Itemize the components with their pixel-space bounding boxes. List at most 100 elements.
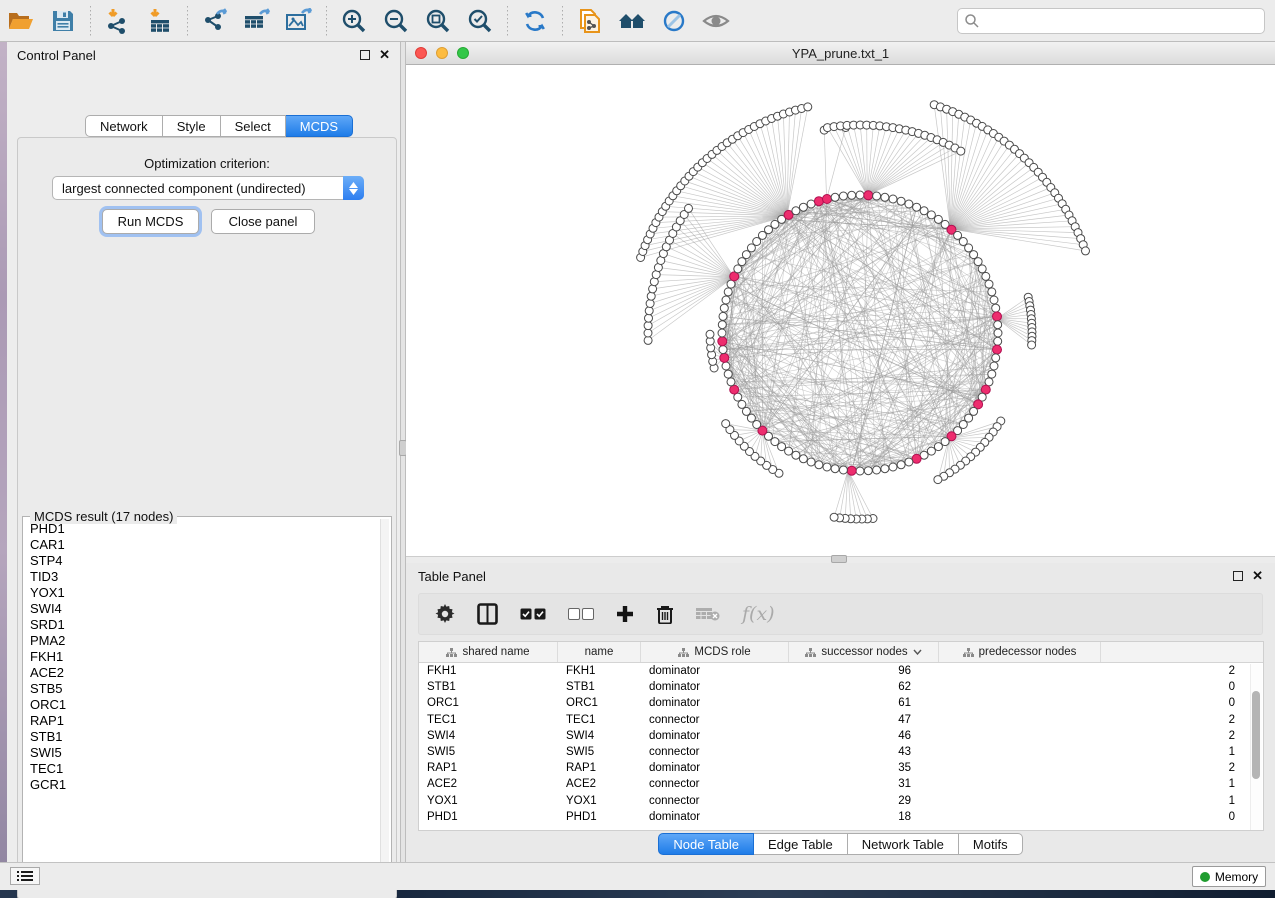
mcds-result-item[interactable]: SRD1 (30, 617, 380, 633)
mcds-list-scrollbar[interactable] (380, 519, 389, 877)
table-cell: dominator (641, 665, 789, 677)
mcds-result-item[interactable]: SWI5 (30, 745, 380, 761)
table-cell: dominator (641, 811, 789, 823)
mcds-result-item[interactable]: TEC1 (30, 761, 380, 777)
tab-motifs[interactable]: Motifs (959, 833, 1023, 855)
mcds-result-item[interactable]: PMA2 (30, 633, 380, 649)
table-row[interactable]: SWI4SWI4dominator462 (419, 728, 1263, 744)
column-panel-icon[interactable] (477, 601, 498, 627)
zoom-selected-icon[interactable] (463, 4, 497, 38)
open-file-icon[interactable] (4, 4, 38, 38)
export-image-icon[interactable] (282, 4, 316, 38)
create-column-plus-icon[interactable] (616, 601, 634, 627)
table-row[interactable]: RAP1RAP1dominator352 (419, 760, 1263, 776)
table-cell: RAP1 (558, 762, 641, 774)
close-table-panel-icon[interactable]: ✕ (1252, 571, 1263, 581)
mcds-result-list[interactable]: PHD1CAR1STP4TID3YOX1SWI4SRD1PMA2FKH1ACE2… (24, 519, 380, 877)
mcds-result-item[interactable]: STB5 (30, 681, 380, 697)
mcds-result-item[interactable]: YOX1 (30, 585, 380, 601)
column-header-shared-name[interactable]: shared name (419, 642, 558, 662)
mcds-tab-pane: Optimization criterion: largest connecte… (17, 137, 397, 898)
hide-annotations-icon[interactable] (657, 4, 691, 38)
mcds-result-item[interactable]: STB1 (30, 729, 380, 745)
mcds-result-item[interactable]: ORC1 (30, 697, 380, 713)
float-table-panel-icon[interactable] (1233, 571, 1243, 581)
import-network-icon[interactable] (101, 4, 135, 38)
zoom-in-icon[interactable] (337, 4, 371, 38)
close-panel-button[interactable]: Close panel (211, 209, 315, 234)
network-canvas[interactable] (406, 65, 1275, 556)
table-row[interactable]: PHD1PHD1dominator180 (419, 809, 1263, 825)
table-cell: connector (641, 778, 789, 790)
desktop-wallpaper-left (0, 42, 7, 890)
search-field[interactable] (957, 8, 1265, 34)
search-input[interactable] (980, 11, 1264, 31)
control-panel-title: Control Panel (17, 48, 96, 63)
column-header-MCDS-role[interactable]: MCDS role (641, 642, 789, 662)
column-header-successor-nodes[interactable]: successor nodes (789, 642, 939, 662)
table-cell: dominator (641, 730, 789, 742)
export-network-icon[interactable] (198, 4, 232, 38)
table-cell: ORC1 (558, 697, 641, 709)
main-toolbar (0, 0, 1275, 42)
tab-network[interactable]: Network (85, 115, 163, 137)
clone-network-icon[interactable] (573, 4, 607, 38)
tab-style[interactable]: Style (163, 115, 221, 137)
table-cell: FKH1 (419, 665, 558, 677)
task-history-button[interactable] (10, 867, 40, 885)
float-panel-icon[interactable] (360, 50, 370, 60)
export-table-icon[interactable] (240, 4, 274, 38)
mcds-result-item[interactable]: SWI4 (30, 601, 380, 617)
close-panel-icon[interactable]: ✕ (379, 50, 390, 60)
table-settings-gear-icon[interactable] (435, 601, 455, 627)
table-cell: 2 (925, 665, 1249, 677)
tab-edge-table[interactable]: Edge Table (754, 833, 848, 855)
table-row[interactable]: ORC1ORC1dominator610 (419, 695, 1263, 711)
table-cell: PHD1 (419, 811, 558, 823)
tab-select[interactable]: Select (221, 115, 286, 137)
mcds-result-item[interactable]: TID3 (30, 569, 380, 585)
tab-mcds[interactable]: MCDS (286, 115, 353, 137)
table-row[interactable]: SWI5SWI5connector431 (419, 744, 1263, 760)
session-home-icon[interactable] (615, 4, 649, 38)
table-type-tabs: Node TableEdge TableNetwork TableMotifs (406, 833, 1275, 855)
delete-column-trash-icon[interactable] (656, 601, 674, 627)
save-session-icon[interactable] (46, 4, 80, 38)
table-cell: 1 (925, 778, 1249, 790)
table-cell: RAP1 (419, 762, 558, 774)
table-row[interactable]: ACE2ACE2connector311 (419, 776, 1263, 792)
table-cell: TEC1 (419, 714, 558, 726)
refresh-layout-icon[interactable] (518, 4, 552, 38)
mcds-result-item[interactable]: PHD1 (30, 521, 380, 537)
table-row[interactable]: FKH1FKH1dominator962 (419, 663, 1263, 679)
run-mcds-button[interactable]: Run MCDS (102, 209, 199, 234)
table-cell: dominator (641, 697, 789, 709)
import-table-icon[interactable] (143, 4, 177, 38)
function-builder-icon: f(x) (742, 601, 775, 627)
unselect-all-columns-icon[interactable] (568, 601, 594, 627)
mcds-result-item[interactable]: GCR1 (30, 777, 380, 793)
table-row[interactable]: TEC1TEC1connector472 (419, 712, 1263, 728)
column-header-name[interactable]: name (558, 642, 641, 662)
tab-network-table[interactable]: Network Table (848, 833, 959, 855)
network-table-divider-handle[interactable] (831, 555, 847, 563)
table-row[interactable]: STB1STB1dominator620 (419, 679, 1263, 695)
criterion-dropdown[interactable]: largest connected component (undirected) (52, 176, 364, 200)
table-scrollbar[interactable] (1250, 664, 1262, 830)
tab-node-table[interactable]: Node Table (658, 833, 754, 855)
table-cell: connector (641, 795, 789, 807)
zoom-out-icon[interactable] (379, 4, 413, 38)
mcds-result-item[interactable]: STP4 (30, 553, 380, 569)
mcds-result-item[interactable]: RAP1 (30, 713, 380, 729)
select-all-columns-icon[interactable] (520, 601, 546, 627)
table-cell: SWI5 (419, 746, 558, 758)
zoom-fit-icon[interactable] (421, 4, 455, 38)
mcds-result-item[interactable]: FKH1 (30, 649, 380, 665)
memory-button[interactable]: Memory (1192, 866, 1266, 887)
show-graphics-eye-icon[interactable] (699, 4, 733, 38)
table-scrollbar-thumb[interactable] (1252, 691, 1260, 779)
column-header-predecessor-nodes[interactable]: predecessor nodes (939, 642, 1101, 662)
mcds-result-item[interactable]: CAR1 (30, 537, 380, 553)
mcds-result-item[interactable]: ACE2 (30, 665, 380, 681)
table-row[interactable]: YOX1YOX1connector291 (419, 793, 1263, 809)
